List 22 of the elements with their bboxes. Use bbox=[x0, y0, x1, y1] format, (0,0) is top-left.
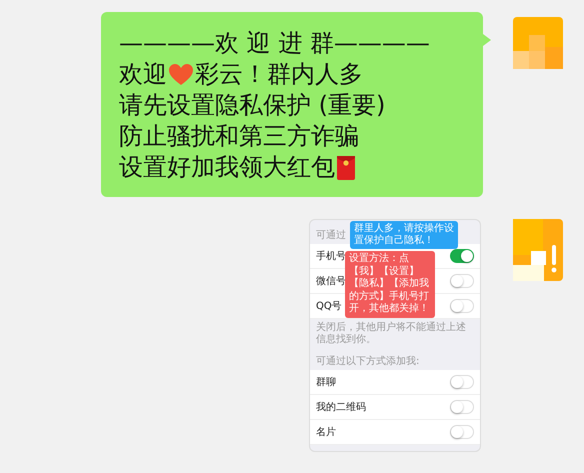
avatar[interactable] bbox=[513, 17, 563, 69]
toggle-switch[interactable] bbox=[450, 249, 474, 263]
message-text: 欢迎 bbox=[119, 59, 167, 90]
row-label: 我的二维码 bbox=[316, 400, 366, 414]
message-text: 请先设置隐私保护 (重要) bbox=[119, 90, 386, 121]
row-label: QQ号 bbox=[316, 300, 342, 313]
heart-icon bbox=[169, 64, 193, 86]
message-text: 设置好加我领大红包 bbox=[119, 152, 335, 183]
row-label: 手机号 bbox=[316, 250, 346, 263]
callout-label: 设置方法：点【我】【设置】【隐私】【添加我的方式】手机号打开，其他都关掉！ bbox=[345, 251, 435, 318]
row-label: 名片 bbox=[316, 426, 336, 439]
message-text: 防止骚扰和第三方诈骗 bbox=[119, 121, 359, 152]
section-header: 可通过 bbox=[316, 230, 346, 241]
callout-label: 群里人多，请按操作设置保护自己隐私！ bbox=[350, 221, 458, 249]
row-label: 微信号 bbox=[316, 275, 346, 288]
row-label: 群聊 bbox=[316, 376, 336, 389]
message-text: 彩云！群内人多 bbox=[195, 59, 363, 90]
avatar[interactable] bbox=[513, 219, 563, 281]
section-note: 关闭后，其他用户将不能通过上述信息找到你。 bbox=[315, 320, 467, 346]
message-text: ————欢 迎 进 群———— bbox=[119, 28, 430, 59]
section-header: 可通过以下方式添加我: bbox=[316, 356, 420, 367]
envelope-icon bbox=[337, 154, 355, 180]
